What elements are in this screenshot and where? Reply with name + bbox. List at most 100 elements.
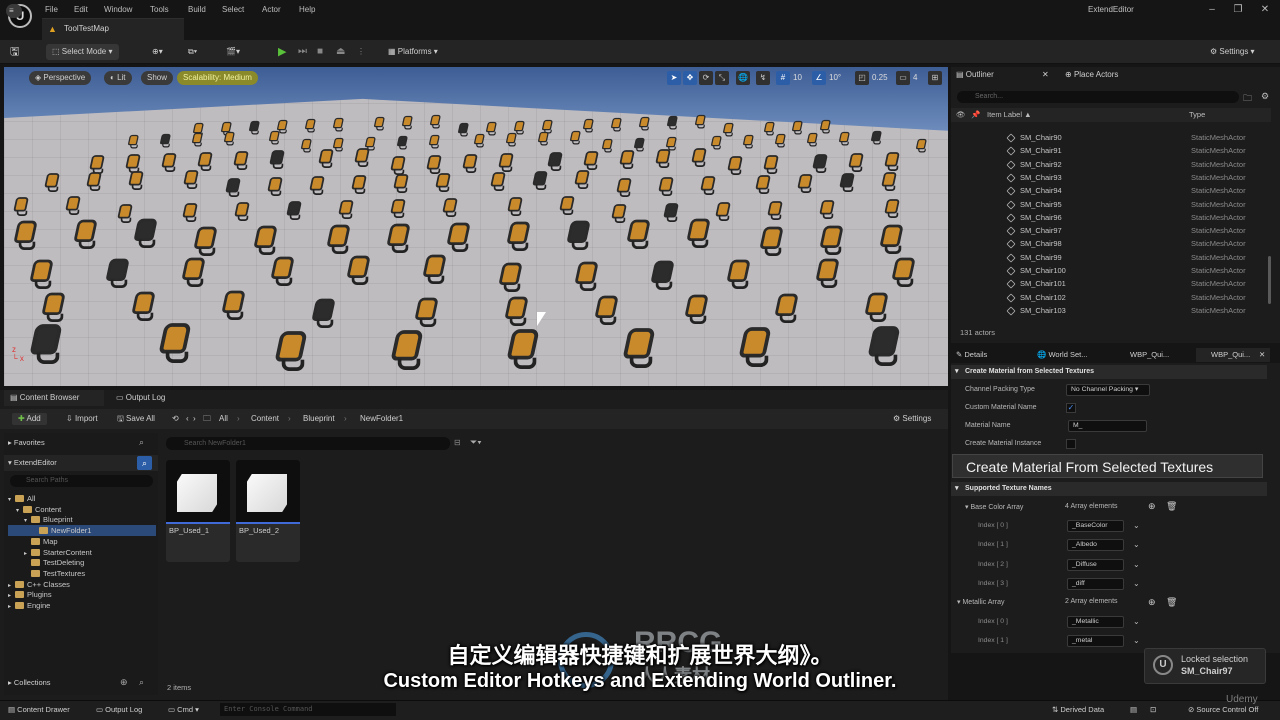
chair-mesh[interactable] <box>763 155 781 175</box>
chair-mesh[interactable] <box>248 120 262 135</box>
chair-mesh[interactable] <box>300 138 314 153</box>
import-button[interactable]: ⇩ Import <box>66 413 98 425</box>
outliner-row[interactable]: SM_Chair91 StaticMeshActor <box>951 144 1271 157</box>
chair-mesh[interactable] <box>583 151 601 171</box>
section-supported-textures[interactable]: ▾ Supported Texture Names <box>951 482 1267 496</box>
chair-mesh[interactable] <box>193 226 221 258</box>
breadcrumb-content[interactable]: Content <box>251 413 279 425</box>
chair-mesh[interactable] <box>838 131 852 146</box>
chair-mesh[interactable] <box>806 132 820 147</box>
array-value-input[interactable]: _Diffuse <box>1067 558 1124 571</box>
chair-mesh[interactable] <box>848 153 866 173</box>
chair-mesh[interactable] <box>304 118 318 133</box>
chair-mesh[interactable] <box>759 226 787 258</box>
maximize-icon[interactable]: ❐ <box>1227 2 1249 18</box>
chair-mesh[interactable] <box>490 172 508 192</box>
chair-mesh[interactable] <box>332 117 346 132</box>
chair-mesh[interactable] <box>225 178 243 198</box>
search-icon[interactable]: ⌕ <box>139 437 144 448</box>
output-log-tab[interactable]: ▭ Output Log <box>116 391 165 405</box>
folder-tree-item[interactable]: ▸ C++ Classes <box>8 579 70 590</box>
chair-mesh[interactable] <box>791 120 805 135</box>
chair-mesh[interactable] <box>197 152 215 172</box>
section-create-material[interactable]: ▾ Create Material from Selected Textures <box>951 365 1267 379</box>
forward-icon[interactable]: › <box>193 413 196 425</box>
chair-mesh[interactable] <box>684 294 712 326</box>
metallic-array-label[interactable]: ▾ Metallic Array <box>957 598 1004 606</box>
outliner-row[interactable]: SM_Chair97 StaticMeshActor <box>951 224 1271 237</box>
chair-mesh[interactable] <box>638 116 652 131</box>
scalability-badge[interactable]: Scalability: Medium <box>177 71 258 85</box>
folder-tree-item[interactable]: NewFolder1 <box>32 525 91 536</box>
chair-mesh[interactable] <box>658 177 676 197</box>
chair-mesh[interactable] <box>128 171 146 191</box>
chair-mesh[interactable] <box>29 259 57 291</box>
chair-mesh[interactable] <box>268 130 282 145</box>
chair-mesh[interactable] <box>819 225 847 257</box>
add-element-icon[interactable]: ⊕ <box>1148 501 1156 512</box>
more-options-icon[interactable]: ⋮ <box>357 44 365 60</box>
asset-tile[interactable]: BP_Used_1 <box>166 460 230 562</box>
chair-mesh[interactable] <box>884 199 902 219</box>
outliner-search-input[interactable]: Search... <box>957 91 1239 103</box>
chair-mesh[interactable] <box>582 118 596 133</box>
asset-search-input[interactable]: Search NewFolder1 <box>166 437 450 450</box>
search-paths-input[interactable]: Search Paths <box>10 475 153 487</box>
derived-data-button[interactable]: ⇅ Derived Data <box>1052 704 1104 716</box>
chair-mesh[interactable] <box>159 133 173 148</box>
chair-mesh[interactable] <box>715 202 733 222</box>
chair-mesh[interactable] <box>870 130 884 145</box>
chair-mesh[interactable] <box>891 257 919 289</box>
menu-help[interactable]: Help <box>299 3 315 17</box>
chair-mesh[interactable] <box>774 133 788 148</box>
select-mode-dropdown[interactable]: ⬚ Select Mode ▾ <box>46 44 119 60</box>
chair-mesh[interactable] <box>738 327 776 369</box>
revision-icon[interactable]: ⊡ <box>1150 704 1156 716</box>
array-value-input[interactable]: _diff <box>1067 577 1124 590</box>
platforms-dropdown[interactable]: ▦ Platforms ▾ <box>388 44 438 60</box>
array-value-input[interactable]: _Albedo <box>1067 539 1124 552</box>
level-tab[interactable]: ToolTestMap <box>42 18 184 40</box>
minimize-icon[interactable]: – <box>1201 2 1223 18</box>
settings-dropdown[interactable]: ⚙ Settings ▾ <box>1210 44 1255 60</box>
chair-mesh[interactable] <box>755 175 773 195</box>
folder-tree-item[interactable]: ▸ Plugins <box>8 589 52 600</box>
blueprint-icon[interactable]: ⧉▾ <box>188 44 197 60</box>
step-icon[interactable]: ⏭ <box>298 44 307 60</box>
outliner-row[interactable]: SM_Chair101 StaticMeshActor <box>951 277 1271 290</box>
outliner-row[interactable]: SM_Chair99 StaticMeshActor <box>951 251 1271 264</box>
chair-mesh[interactable] <box>13 220 41 252</box>
chair-mesh[interactable] <box>774 293 802 325</box>
type-column[interactable]: Type <box>1189 108 1205 122</box>
chair-mesh[interactable] <box>839 173 857 193</box>
chair-mesh[interactable] <box>182 203 200 223</box>
chair-mesh[interactable] <box>507 197 525 217</box>
outliner-row[interactable]: SM_Chair94 StaticMeshActor <box>951 184 1271 197</box>
asset-tile[interactable]: BP_Used_2 <box>236 460 300 562</box>
chair-mesh[interactable] <box>864 292 892 324</box>
console-input[interactable]: Enter Console Command <box>220 703 396 716</box>
chair-mesh[interactable] <box>386 223 414 255</box>
chair-mesh[interactable] <box>181 257 209 289</box>
save-all-button[interactable]: 🖫 Save All <box>117 413 155 425</box>
chair-mesh[interactable] <box>574 261 602 293</box>
chevron-down-icon[interactable]: ⌄ <box>1133 617 1140 626</box>
add-actor-icon[interactable]: ⊕▾ <box>152 44 163 60</box>
chair-mesh[interactable] <box>881 172 899 192</box>
chair-mesh[interactable] <box>428 134 442 149</box>
chair-mesh[interactable] <box>429 114 443 129</box>
chair-mesh[interactable] <box>414 297 442 329</box>
chair-mesh[interactable] <box>915 138 929 153</box>
chair-mesh[interactable] <box>270 256 298 288</box>
outliner-row[interactable]: SM_Chair102 StaticMeshActor <box>951 291 1271 304</box>
chair-mesh[interactable] <box>234 202 252 222</box>
outliner-scrollbar[interactable] <box>1268 256 1271 304</box>
outliner-row[interactable]: SM_Chair95 StaticMeshActor <box>951 198 1271 211</box>
chair-mesh[interactable] <box>498 153 516 173</box>
grid-snap-icon[interactable]: # <box>776 71 790 85</box>
chair-mesh[interactable] <box>422 254 450 286</box>
chair-mesh[interactable] <box>390 156 408 176</box>
viewport-layout-icon[interactable]: ⊞ <box>928 71 942 85</box>
chair-mesh[interactable] <box>722 122 736 137</box>
cinematics-icon[interactable]: 🎬▾ <box>226 44 240 60</box>
